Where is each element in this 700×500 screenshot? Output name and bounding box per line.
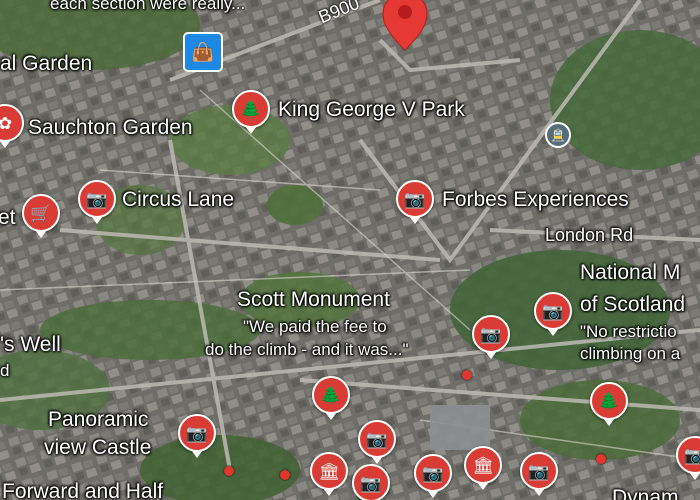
poi-dot[interactable] bbox=[596, 454, 606, 464]
camera-pin-icon[interactable]: 📷 bbox=[414, 454, 452, 498]
museum-pin-icon[interactable]: 🏛 bbox=[310, 452, 348, 496]
place-label-forbes-experiences[interactable]: Forbes Experiences bbox=[442, 188, 629, 212]
camera-pin-icon[interactable]: 📷 bbox=[472, 315, 510, 359]
review-snippet-top: each section were really... bbox=[50, 0, 246, 13]
place-label-forward-half[interactable]: Forward and Half bbox=[2, 480, 163, 500]
camera-pin-icon[interactable]: 📷 bbox=[178, 414, 216, 458]
review-national-museum-line1: "No restrictio bbox=[580, 322, 677, 341]
map-view[interactable]: B900 London Rd each section were really.… bbox=[0, 0, 700, 500]
place-label-royal-garden[interactable]: al Garden bbox=[0, 52, 92, 76]
camera-pin-icon[interactable]: 📷 bbox=[358, 420, 396, 464]
place-label-bottom-partial[interactable]: Dynam bbox=[612, 486, 679, 500]
road-label-london-rd: London Rd bbox=[545, 225, 634, 245]
shopping-bag-icon[interactable]: 👜 bbox=[183, 32, 223, 72]
place-label-wells-well-line2: d bbox=[0, 361, 10, 380]
camera-pin-icon[interactable]: 📷 bbox=[352, 464, 390, 500]
poi-dot[interactable] bbox=[280, 470, 290, 480]
place-label-wells-well[interactable]: 's Well bbox=[0, 333, 61, 357]
place-label-market-partial[interactable]: et bbox=[0, 206, 16, 230]
camera-pin-icon[interactable]: 📷 bbox=[78, 180, 116, 224]
place-label-national-museum-line1[interactable]: National M bbox=[580, 261, 680, 285]
tram-stop-icon[interactable]: 🚊 bbox=[545, 122, 571, 148]
camera-pin-icon[interactable]: 📷 bbox=[534, 292, 572, 336]
place-label-panoramic-line1[interactable]: Panoramic bbox=[48, 408, 148, 432]
poi-dot[interactable] bbox=[462, 370, 472, 380]
camera-pin-icon[interactable]: 📷 bbox=[520, 452, 558, 496]
place-label-king-george-park[interactable]: King George V Park bbox=[278, 98, 465, 122]
review-scott-line2: do the climb - and it was..." bbox=[205, 340, 409, 359]
place-label-circus-lane[interactable]: Circus Lane bbox=[122, 188, 234, 212]
camera-pin-icon[interactable]: 📷 bbox=[396, 180, 434, 224]
review-national-museum-line2: climbing on a bbox=[580, 344, 681, 363]
place-label-panoramic-line2[interactable]: view Castle bbox=[44, 436, 151, 460]
cart-pin-icon[interactable]: 🛒 bbox=[22, 194, 60, 238]
tree-pin-icon[interactable]: 🌲 bbox=[232, 90, 270, 134]
place-label-national-museum-line2[interactable]: of Scotland bbox=[580, 293, 685, 317]
place-label-scott-monument[interactable]: Scott Monument bbox=[237, 288, 390, 312]
poi-dot[interactable] bbox=[224, 466, 234, 476]
museum-pin-icon[interactable]: 🏛 bbox=[464, 446, 502, 490]
tree-pin-icon[interactable]: 🌲 bbox=[590, 382, 628, 426]
review-scott-line1: "We paid the fee to bbox=[243, 317, 387, 336]
place-label-sauchton-garden[interactable]: Sauchton Garden bbox=[28, 116, 193, 140]
tree-pin-icon[interactable]: 🌲 bbox=[312, 376, 350, 420]
